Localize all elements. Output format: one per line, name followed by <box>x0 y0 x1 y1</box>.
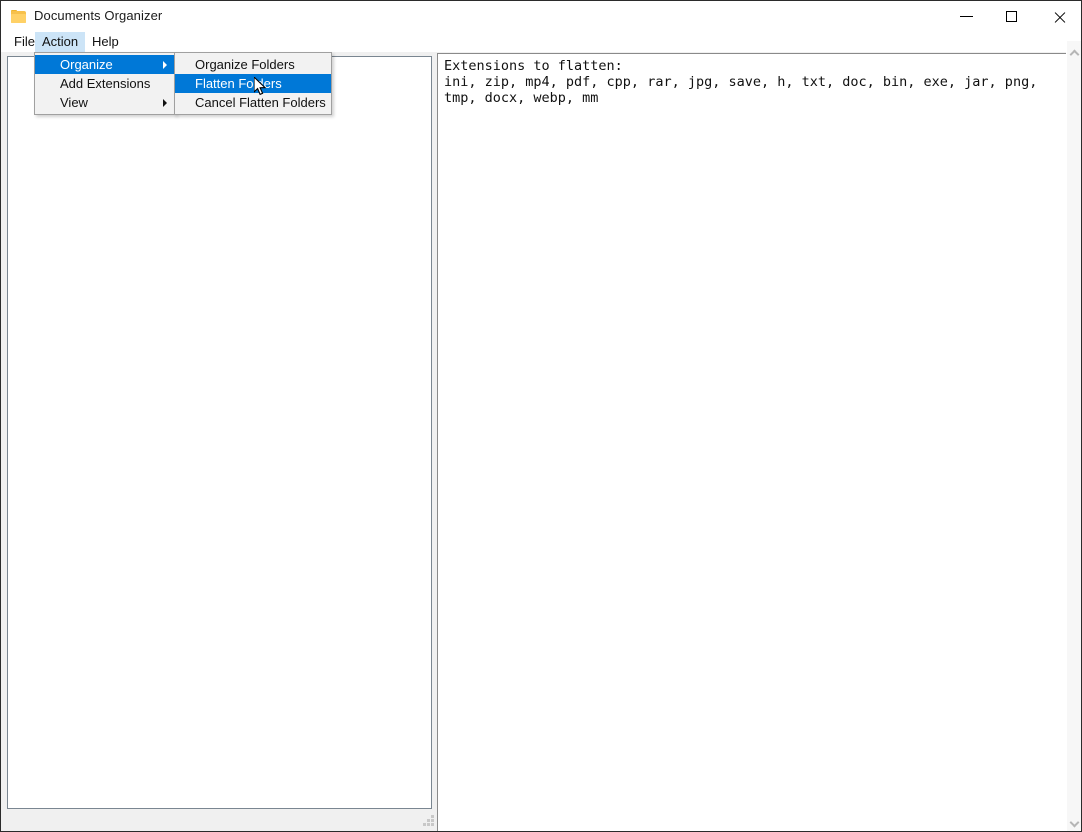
scroll-down-button[interactable] <box>1067 813 1081 830</box>
submenu-item-cancel-flatten-folders-label: Cancel Flatten Folders <box>195 95 326 110</box>
vertical-scrollbar[interactable] <box>1066 41 1081 831</box>
window-title: Documents Organizer <box>34 8 163 23</box>
close-icon <box>1053 11 1065 23</box>
menu-item-add-extensions[interactable]: Add Extensions <box>35 74 175 93</box>
app-window: Documents Organizer File Action Help Ext… <box>0 0 1082 832</box>
submenu-item-organize-folders[interactable]: Organize Folders <box>175 55 331 74</box>
menu-bar: File Action Help <box>1 32 1081 52</box>
menu-item-view[interactable]: View <box>35 93 175 112</box>
chevron-down-icon <box>1071 819 1078 826</box>
submenu-arrow-icon <box>163 99 167 107</box>
menu-action[interactable]: Action <box>35 32 86 52</box>
title-bar: Documents Organizer <box>1 1 1081 32</box>
submenu-item-organize-folders-label: Organize Folders <box>195 57 295 72</box>
file-list-panel[interactable] <box>7 56 432 809</box>
resize-grip[interactable] <box>422 814 435 827</box>
close-button[interactable] <box>1036 1 1081 32</box>
log-panel[interactable]: Extensions to flatten: ini, zip, mp4, pd… <box>437 53 1066 831</box>
menu-item-view-label: View <box>60 95 88 110</box>
maximize-button[interactable] <box>990 1 1036 32</box>
submenu-item-cancel-flatten-folders[interactable]: Cancel Flatten Folders <box>175 93 331 112</box>
chevron-up-icon <box>1071 50 1078 57</box>
organize-submenu[interactable]: Organize Folders Flatten Folders Cancel … <box>174 52 332 115</box>
folder-icon <box>11 10 26 23</box>
submenu-item-flatten-folders-label: Flatten Folders <box>195 76 282 91</box>
menu-help[interactable]: Help <box>85 32 126 52</box>
log-text: Extensions to flatten: ini, zip, mp4, pd… <box>444 58 1038 106</box>
minimize-button[interactable] <box>944 1 990 32</box>
scroll-up-button[interactable] <box>1067 44 1081 61</box>
minimize-icon <box>960 16 973 17</box>
submenu-arrow-icon <box>163 61 167 69</box>
submenu-item-flatten-folders[interactable]: Flatten Folders <box>175 74 331 93</box>
maximize-icon <box>1006 11 1017 22</box>
action-dropdown-menu[interactable]: Organize Add Extensions View <box>34 52 176 115</box>
menu-item-add-extensions-label: Add Extensions <box>60 76 151 91</box>
menu-item-organize[interactable]: Organize <box>35 55 175 74</box>
menu-item-organize-label: Organize <box>60 57 113 72</box>
